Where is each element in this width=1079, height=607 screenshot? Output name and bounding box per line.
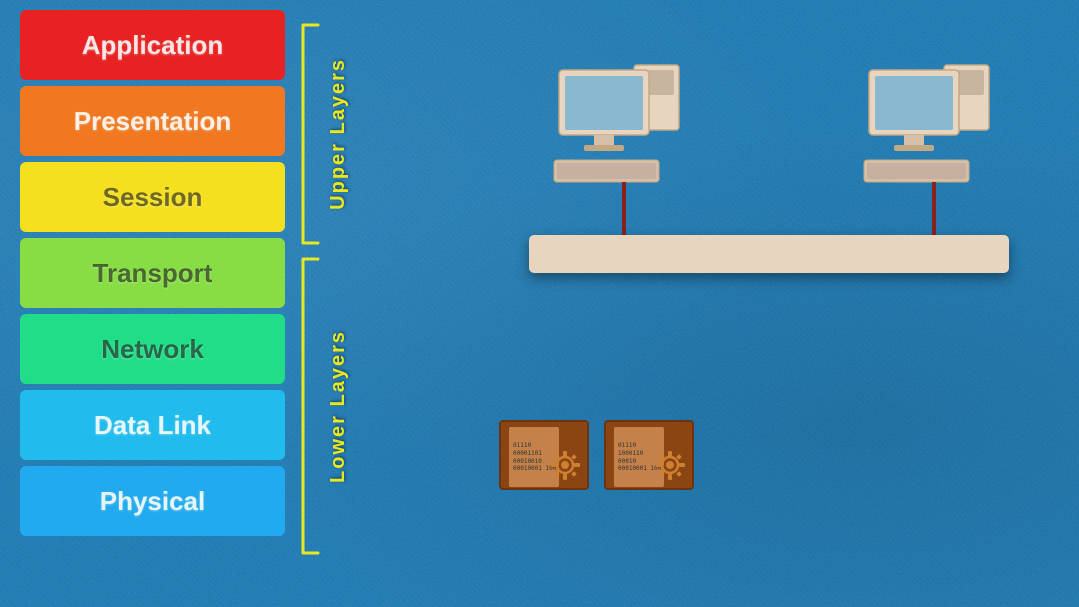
data-icon-2: 0111010001100001000010001 1001 (604, 420, 694, 490)
gear-icon-2 (653, 448, 688, 483)
network-bar (529, 235, 1009, 273)
data-icon-1: 01110000011010001001000010001 1001 (499, 420, 589, 490)
lower-layers-label: Lower Layers (327, 330, 350, 483)
upper-layers-group: Upper Layers (293, 20, 350, 248)
layer-transport: Transport (20, 238, 285, 308)
upper-layers-label: Upper Layers (327, 58, 350, 210)
left-computer (549, 60, 699, 240)
layer-application: Application (20, 10, 285, 80)
brackets-labels: Upper Layers Lower Layers (293, 10, 350, 558)
layer-physical: Physical (20, 466, 285, 536)
osi-layers-panel: ApplicationPresentationSessionTransportN… (20, 10, 350, 558)
lower-bracket-svg (293, 254, 323, 558)
layer-datalink: Data Link (20, 390, 285, 460)
layers-list: ApplicationPresentationSessionTransportN… (20, 10, 285, 558)
layer-presentation: Presentation (20, 86, 285, 156)
network-diagram: 01110000011010001001000010001 1001 (499, 40, 1039, 490)
left-computer-svg (549, 60, 699, 235)
right-computer-svg (859, 60, 1009, 235)
gear-icon-1 (548, 448, 583, 483)
layer-network: Network (20, 314, 285, 384)
layer-session: Session (20, 162, 285, 232)
bottom-icons: 01110000011010001001000010001 1001 (499, 420, 694, 490)
right-computer (859, 60, 1009, 240)
upper-bracket-svg (293, 20, 323, 248)
lower-layers-group: Lower Layers (293, 254, 350, 558)
